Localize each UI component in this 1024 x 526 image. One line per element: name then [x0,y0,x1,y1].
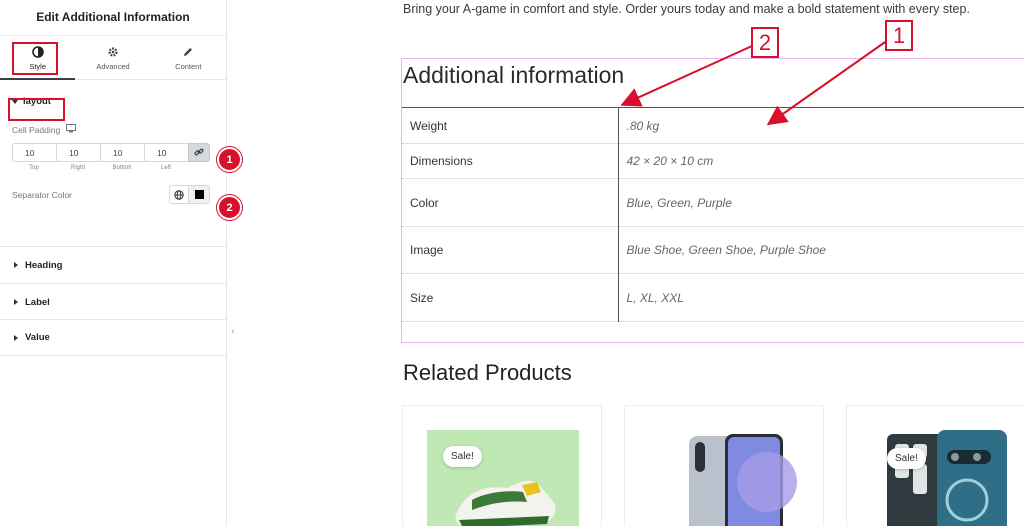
color-swatch[interactable] [189,186,209,203]
chevron-left-icon: ‹ [231,325,235,337]
product-image[interactable] [427,430,579,526]
color-swatch-fill [194,190,204,199]
padding-side-label: Top [29,165,39,171]
padding-side-label: Right [70,165,85,171]
product-card[interactable]: Sale! [402,405,602,526]
row-label: Image [402,226,619,274]
phone-image [689,434,797,526]
product-card[interactable]: Sale! [846,405,1024,526]
panel-title: Edit Additional Information [0,0,226,36]
additional-info-table: Weight .80 kg Dimensions 42 × 20 × 10 cm… [402,107,1024,322]
product-image[interactable] [649,430,801,526]
table-row: Size L, XL, XXL [402,273,1024,322]
additional-info-title: Additional information [403,62,625,88]
section-heading-title: Heading [25,259,63,271]
padding-left-input[interactable]: 10 [144,143,188,162]
cell-padding-label: Cell Padding [12,124,214,135]
step-badge-2: 2 [217,195,242,220]
gear-icon [107,45,119,59]
cell-padding-control: 10 10 10 10 [12,143,210,162]
row-value: 42 × 20 × 10 cm [618,143,1024,179]
row-label: Color [402,178,619,227]
tab-advanced[interactable]: Advanced [75,36,150,79]
separator-color-label: Separator Color [12,189,73,200]
sale-badge: Sale! [443,446,482,467]
row-value: L, XL, XXL [618,273,1024,322]
section-value-title: Value [25,332,50,343]
padding-bottom-input[interactable]: 10 [100,143,144,162]
phone-back-image [887,430,1007,526]
section-label-title: Label [25,296,50,308]
caret-right-icon [14,334,18,341]
product-card[interactable] [624,405,824,526]
cell-padding-text: Cell Padding [12,124,61,135]
padding-right-input[interactable]: 10 [56,143,100,162]
section-label[interactable]: Label [0,283,226,320]
pencil-icon [182,45,194,59]
padding-top-input[interactable]: 10 [12,143,56,162]
separator-color-control [169,185,210,204]
row-label: Size [402,273,619,322]
row-value: .80 kg [618,107,1024,144]
padding-side-label: Bottom [112,165,132,171]
section-value[interactable]: Value [0,319,226,356]
tab-advanced-label: Advanced [96,61,130,71]
section-heading[interactable]: Heading [0,246,226,283]
product-intro-text: Bring your A-game in comfort and style. … [403,2,970,16]
tab-content-label: Content [175,61,202,71]
link-values-button[interactable] [188,143,210,162]
table-row: Color Blue, Green, Purple [402,178,1024,227]
annotation-label-1: 1 [885,20,913,51]
product-image[interactable] [887,430,1007,526]
row-value: Blue, Green, Purple [618,178,1024,227]
padding-side-label: Left [160,165,171,171]
link-icon [194,144,204,162]
editor-panel: Edit Additional Information Style Advanc… [0,0,242,526]
caret-right-icon [14,262,18,268]
sale-badge: Sale! [887,448,926,469]
row-label: Weight [402,107,619,144]
padding-side-labels: Top Right Bottom Left [12,165,210,171]
table-row: Image Blue Shoe, Green Shoe, Purple Shoe [402,226,1024,274]
annotation-label-2: 2 [751,27,779,58]
globe-icon[interactable] [170,186,189,203]
panel-collapse-handle[interactable]: ‹ [227,316,239,346]
desktop-icon[interactable] [66,124,77,135]
highlight-style-tab [12,42,58,75]
table-row: Weight .80 kg [402,107,1024,144]
row-value: Blue Shoe, Green Shoe, Purple Shoe [618,226,1024,274]
step-badge-1: 1 [217,147,242,172]
editor-app: Edit Additional Information Style Advanc… [0,0,1024,526]
highlight-layout-section [8,98,65,121]
sneaker-image [455,480,556,526]
row-label: Dimensions [402,143,619,179]
table-row: Dimensions 42 × 20 × 10 cm [402,143,1024,179]
tab-content[interactable]: Content [151,36,226,79]
related-products-title: Related Products [403,360,572,385]
separator-color-row: Separator Color [12,185,210,204]
caret-right-icon [14,299,18,305]
